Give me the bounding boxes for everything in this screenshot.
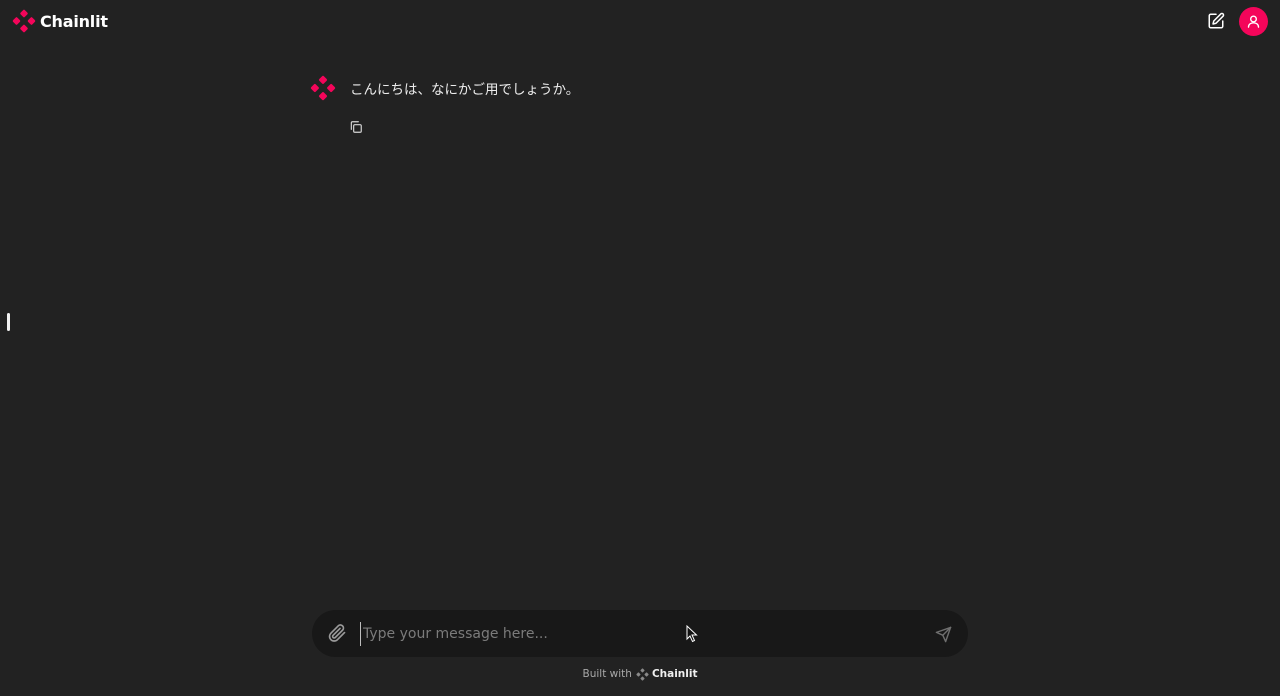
header: Chainlit (0, 0, 1280, 44)
built-with-label: Built with (582, 668, 632, 680)
new-chat-button[interactable] (1204, 9, 1228, 33)
message-input[interactable] (360, 622, 920, 646)
sidebar-drag-handle[interactable] (7, 313, 10, 331)
chainlit-logo-icon (636, 667, 649, 681)
user-icon (1247, 15, 1260, 28)
mouse-pointer-icon (686, 625, 698, 643)
user-avatar-button[interactable] (1239, 7, 1268, 36)
edit-icon (1208, 12, 1225, 29)
chat-app: Chainlit こんにちは、なにかご用でしょうか。 Type your mes… (0, 0, 1280, 696)
paperclip-icon (328, 624, 346, 642)
copy-icon (350, 121, 362, 133)
chainlit-logo-icon (12, 9, 36, 33)
chainlit-logo-icon (310, 75, 336, 101)
brand[interactable]: Chainlit (12, 9, 108, 33)
attach-file-button[interactable] (326, 622, 348, 644)
copy-button[interactable] (348, 119, 364, 135)
send-icon (935, 626, 951, 642)
message-composer (312, 610, 968, 657)
footer: Built with Chainlit (0, 666, 1280, 682)
footer-brand-link[interactable]: Chainlit (636, 667, 698, 681)
footer-brand-name: Chainlit (651, 668, 698, 680)
message-text: こんにちは、なにかご用でしょうか。 (350, 82, 580, 98)
send-button[interactable] (932, 623, 954, 645)
brand-name: Chainlit (40, 11, 108, 31)
